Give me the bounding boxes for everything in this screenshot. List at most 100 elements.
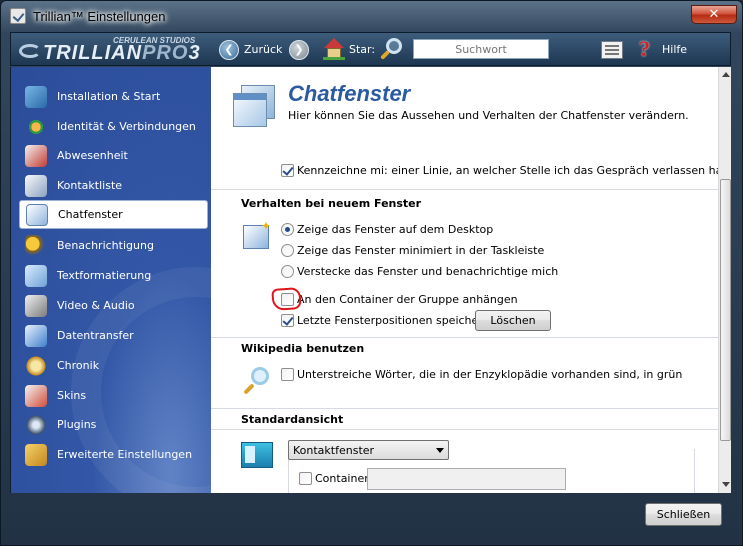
search-handle <box>380 50 390 60</box>
forward-arrow-icon[interactable]: ❯ <box>289 40 309 60</box>
back-button-label[interactable]: Zurück <box>244 43 282 56</box>
sidebar-item-label: Textformatierung <box>57 269 152 282</box>
bell-icon <box>25 235 47 257</box>
save-positions-label: Letzte Fensterpositionen speichern <box>297 314 490 327</box>
transfer-icon <box>25 325 47 347</box>
logo-pro: PRO <box>142 42 189 64</box>
title-bar[interactable]: Trillian™ Einstellungen ✕ <box>1 1 742 31</box>
sidebar-item-label: Chatfenster <box>58 208 123 221</box>
wiki-lens <box>251 367 269 385</box>
container-group-label: An den Container der Gruppe anhängen <box>297 293 518 306</box>
back-arrow-icon[interactable]: ❮ <box>219 40 239 60</box>
monitor-icon <box>25 86 47 108</box>
sidebar-item-label: Skins <box>57 389 87 402</box>
network-icon <box>25 116 47 138</box>
default-view-select[interactable]: Kontaktfenster <box>288 440 449 460</box>
home-roof <box>324 38 344 48</box>
microphone-icon <box>25 295 47 317</box>
scroll-down-icon[interactable] <box>722 482 730 487</box>
wikipedia-magnifier-icon <box>243 367 273 399</box>
wiki-handle <box>243 383 255 395</box>
sidebar-item-installation[interactable]: Installation & Start <box>19 83 208 111</box>
section-divider <box>211 408 718 409</box>
section-title-new-window: Verhalten bei neuem Fenster <box>241 197 422 210</box>
sidebar-item-label: Kontaktliste <box>57 179 123 192</box>
default-view-pane <box>245 446 255 463</box>
plugin-icon <box>25 414 47 436</box>
search-icon[interactable] <box>380 38 404 62</box>
trillian-logo: CERULEAN STUDIOS TRILLIANPRO3 <box>17 36 207 64</box>
wikipedia-label: Unterstreiche Wörter, die in der Enzyklo… <box>297 368 683 381</box>
container-input[interactable] <box>367 468 566 490</box>
sidebar-item-label: Abwesenheit <box>57 149 128 162</box>
sidebar-item-label: Erweiterte Einstellungen <box>57 448 193 461</box>
delete-button[interactable]: Löschen <box>475 310 551 331</box>
away-icon <box>25 145 47 167</box>
help-button-label[interactable]: Hilfe <box>662 43 687 56</box>
container-label: Container <box>315 472 369 485</box>
sidebar-item-contacts[interactable]: Kontaktliste <box>19 172 208 200</box>
radio-show-desktop[interactable] <box>281 223 294 236</box>
sidebar-item-label: Benachrichtigung <box>57 239 154 252</box>
sidebar-item-video-audio[interactable]: Video & Audio <box>19 292 208 320</box>
sidebar-item-away[interactable]: Abwesenheit <box>19 142 208 170</box>
logo-swoosh-icon <box>19 44 41 58</box>
search-input[interactable] <box>413 39 549 59</box>
history-icon <box>25 355 47 377</box>
default-view-value: Kontaktfenster <box>293 444 375 457</box>
logo-version: 3 <box>188 42 201 64</box>
section-title-default-view: Standardansicht <box>241 413 344 426</box>
chat-window-icon <box>26 204 48 226</box>
sidebar-item-chat-window[interactable]: Chatfenster <box>19 200 208 229</box>
sidebar-item-advanced[interactable]: Erweiterte Einstellungen <box>19 441 208 469</box>
sidebar-item-label: Datentransfer <box>57 329 134 342</box>
contacts-icon <box>25 175 47 197</box>
window-close-button[interactable]: ✕ <box>691 5 737 24</box>
sidebar: Installation & Start Identität & Verbind… <box>10 67 211 493</box>
section-title-wikipedia: Wikipedia benutzen <box>241 342 365 355</box>
mark-line-checkbox[interactable] <box>281 164 294 177</box>
save-positions-checkbox[interactable] <box>281 314 294 327</box>
section-divider <box>211 189 718 190</box>
radio-show-minimized[interactable] <box>281 244 294 257</box>
sidebar-item-label: Video & Audio <box>57 299 135 312</box>
close-dialog-button[interactable]: Schließen <box>645 503 722 526</box>
sidebar-item-transfer[interactable]: Datentransfer <box>19 322 208 350</box>
radio-hide-notify[interactable] <box>281 265 294 278</box>
sidebar-item-label: Chronik <box>57 359 100 372</box>
logo-brand: TRILLIAN <box>43 42 143 64</box>
logo-text: TRILLIANPRO3 <box>43 42 201 65</box>
chat-window-header-icon <box>231 83 277 129</box>
sidebar-item-label: Identität & Verbindungen <box>57 120 196 133</box>
trillian-app-icon <box>10 8 26 24</box>
radio-hide-notify-label: Verstecke das Fenster und benachrichtige… <box>297 265 559 278</box>
section-divider <box>211 429 718 430</box>
scroll-up-icon[interactable] <box>722 72 730 77</box>
page-subtitle: Hier können Sie das Aussehen und Verhalt… <box>288 109 689 122</box>
sidebar-item-history[interactable]: Chronik <box>19 352 208 380</box>
sidebar-item-identity[interactable]: Identität & Verbindungen <box>19 113 208 141</box>
content-scrollbar[interactable] <box>718 67 731 493</box>
settings-content-panel: Chatfenster Hier können Sie das Aussehen… <box>211 67 718 493</box>
toolbox-icon <box>25 444 47 466</box>
sidebar-item-plugins[interactable]: Plugins <box>19 411 208 439</box>
annotation-circle <box>271 287 302 311</box>
toolbar: CERULEAN STUDIOS TRILLIANPRO3 ❮ Zurück ❯… <box>10 32 731 66</box>
page-title: Chatfenster <box>288 81 411 106</box>
wikipedia-checkbox[interactable] <box>281 368 294 381</box>
scroll-thumb[interactable] <box>720 179 731 441</box>
star-label[interactable]: Star: <box>349 43 375 56</box>
container-checkbox[interactable] <box>299 472 312 485</box>
home-icon[interactable] <box>323 38 345 60</box>
header-icon-front <box>233 93 267 127</box>
sidebar-item-text-format[interactable]: Textformatierung <box>19 262 208 290</box>
list-view-icon[interactable] <box>601 41 623 59</box>
sidebar-item-notification[interactable]: Benachrichtigung <box>19 232 208 260</box>
window-title: Trillian™ Einstellungen <box>33 9 166 24</box>
sparkle-star: ✦ <box>261 219 272 233</box>
help-icon[interactable]: ? <box>639 36 661 62</box>
sidebar-item-skins[interactable]: Skins <box>19 382 208 410</box>
sidebar-item-label: Plugins <box>57 418 97 431</box>
home-grass <box>323 57 345 60</box>
mark-line-label: Kennzeichne mi: einer Linie, an welcher … <box>297 164 718 177</box>
